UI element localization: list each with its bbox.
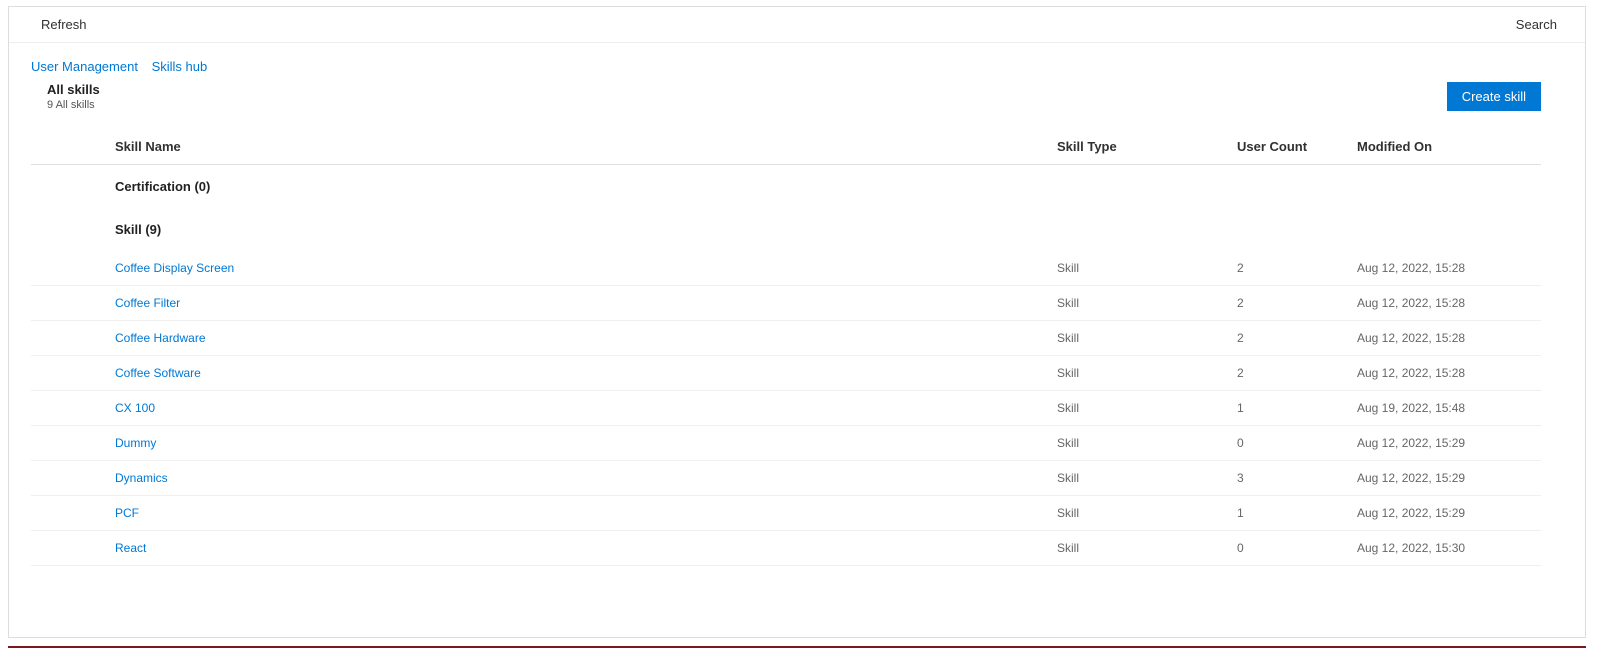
skill-type-cell: Skill <box>1051 426 1231 461</box>
skill-type-cell: Skill <box>1051 286 1231 321</box>
skill-type-cell: Skill <box>1051 251 1231 286</box>
col-user-count[interactable]: User Count <box>1231 129 1351 165</box>
user-count-cell: 2 <box>1231 356 1351 391</box>
skill-link[interactable]: PCF <box>115 506 139 520</box>
skills-table: Skill Name Skill Type User Count Modifie… <box>31 129 1541 566</box>
skill-link[interactable]: Dynamics <box>115 471 168 485</box>
table-row[interactable]: Coffee Software Skill2Aug 12, 2022, 15:28 <box>31 356 1541 391</box>
table-row[interactable]: Dynamics Skill3Aug 12, 2022, 15:29 <box>31 461 1541 496</box>
create-skill-button[interactable]: Create skill <box>1447 82 1541 111</box>
breadcrumb-skills-hub[interactable]: Skills hub <box>152 59 208 74</box>
col-skill-name[interactable]: Skill Name <box>109 129 1051 165</box>
modified-on-cell: Aug 12, 2022, 15:29 <box>1351 461 1541 496</box>
skill-type-cell: Skill <box>1051 461 1231 496</box>
modified-on-cell: Aug 12, 2022, 15:29 <box>1351 496 1541 531</box>
modified-on-cell: Aug 12, 2022, 15:28 <box>1351 286 1541 321</box>
skill-type-cell: Skill <box>1051 531 1231 566</box>
refresh-button[interactable]: Refresh <box>41 17 87 32</box>
skill-link[interactable]: Coffee Filter <box>115 296 180 310</box>
table-row[interactable]: CX 100 Skill1Aug 19, 2022, 15:48 <box>31 391 1541 426</box>
toolbar: Refresh Search <box>9 7 1585 43</box>
breadcrumb: User Management Skills hub <box>31 59 1541 74</box>
user-count-cell: 2 <box>1231 321 1351 356</box>
group-header[interactable]: Certification (0) <box>31 165 1541 209</box>
modified-on-cell: Aug 19, 2022, 15:48 <box>1351 391 1541 426</box>
user-count-cell: 0 <box>1231 531 1351 566</box>
page-subtitle: 9 All skills <box>47 99 100 111</box>
modified-on-cell: Aug 12, 2022, 15:28 <box>1351 321 1541 356</box>
skill-type-cell: Skill <box>1051 356 1231 391</box>
col-skill-type[interactable]: Skill Type <box>1051 129 1231 165</box>
group-label: Certification (0) <box>109 165 1541 209</box>
table-row[interactable]: Coffee Hardware Skill2Aug 12, 2022, 15:28 <box>31 321 1541 356</box>
col-modified-on[interactable]: Modified On <box>1351 129 1541 165</box>
modified-on-cell: Aug 12, 2022, 15:29 <box>1351 426 1541 461</box>
user-count-cell: 3 <box>1231 461 1351 496</box>
user-count-cell: 1 <box>1231 391 1351 426</box>
breadcrumb-user-management[interactable]: User Management <box>31 59 138 74</box>
user-count-cell: 2 <box>1231 286 1351 321</box>
table-row[interactable]: Dummy Skill0Aug 12, 2022, 15:29 <box>31 426 1541 461</box>
table-row[interactable]: React Skill0Aug 12, 2022, 15:30 <box>31 531 1541 566</box>
modified-on-cell: Aug 12, 2022, 15:28 <box>1351 251 1541 286</box>
user-count-cell: 2 <box>1231 251 1351 286</box>
modified-on-cell: Aug 12, 2022, 15:28 <box>1351 356 1541 391</box>
table-row[interactable]: PCF Skill1Aug 12, 2022, 15:29 <box>31 496 1541 531</box>
skill-link[interactable]: Coffee Software <box>115 366 201 380</box>
skill-link[interactable]: Dummy <box>115 436 156 450</box>
search-button[interactable]: Search <box>1516 17 1557 32</box>
table-row[interactable]: Coffee Display Screen Skill2Aug 12, 2022,… <box>31 251 1541 286</box>
skill-type-cell: Skill <box>1051 321 1231 356</box>
footer-divider <box>8 646 1586 648</box>
modified-on-cell: Aug 12, 2022, 15:30 <box>1351 531 1541 566</box>
main-card: Refresh Search User Management Skills hu… <box>8 6 1586 638</box>
skill-type-cell: Skill <box>1051 496 1231 531</box>
group-header[interactable]: Skill (9) <box>31 208 1541 251</box>
skill-type-cell: Skill <box>1051 391 1231 426</box>
table-row[interactable]: Coffee Filter Skill2Aug 12, 2022, 15:28 <box>31 286 1541 321</box>
user-count-cell: 1 <box>1231 496 1351 531</box>
skill-link[interactable]: React <box>115 541 146 555</box>
skill-link[interactable]: Coffee Hardware <box>115 331 206 345</box>
skill-link[interactable]: CX 100 <box>115 401 155 415</box>
group-label: Skill (9) <box>109 208 1541 251</box>
skill-link[interactable]: Coffee Display Screen <box>115 261 234 275</box>
user-count-cell: 0 <box>1231 426 1351 461</box>
page-title: All skills <box>47 82 100 97</box>
